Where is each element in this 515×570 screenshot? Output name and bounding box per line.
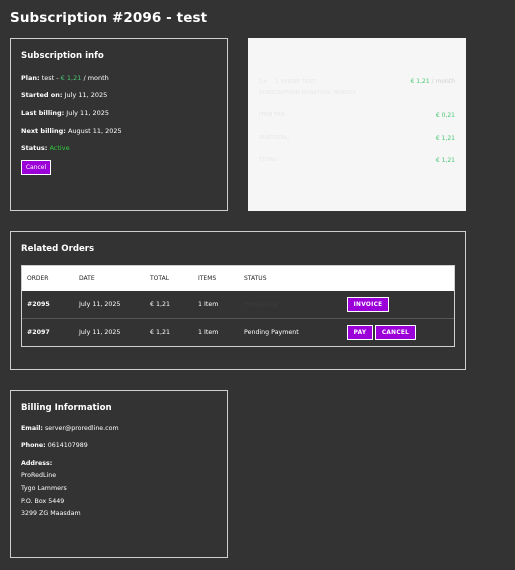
started-value: July 11, 2025 — [64, 91, 108, 99]
plan-label: Plan: — [21, 74, 40, 82]
total-label: TOTAL: — [259, 157, 279, 163]
header-items: ITEMS — [198, 275, 217, 282]
status-badge: Active — [49, 144, 70, 152]
last-billing-value: July 11, 2025 — [66, 109, 109, 117]
header-order: ORDER — [27, 275, 49, 282]
address-line: P.O. Box 5449 — [21, 498, 65, 505]
item-name: 1 VERSIE TEST! — [275, 79, 318, 85]
next-billing-value: August 11, 2025 — [67, 127, 122, 135]
email-line: Email: server@proredline.com — [21, 425, 119, 432]
order-items: 1 Item — [198, 329, 219, 336]
address-line: Tygo Lammers — [21, 485, 67, 492]
subscription-total-card: Subscription total 1× 1 VERSIE TEST! SUB… — [248, 38, 466, 211]
billing-information-card: Billing Information Email: server@prored… — [10, 390, 228, 558]
order-number[interactable]: #2097 — [27, 329, 50, 336]
subtotal-value: € 1,21 — [435, 135, 455, 142]
plan-name: test - — [41, 74, 59, 82]
address-line: 3299 ZG Maasdam — [21, 510, 81, 517]
table-row: #2095 July 11, 2025 € 1,21 1 Item Proces… — [22, 291, 454, 318]
plan-line: Plan: test - € 1,21 / month — [21, 74, 109, 82]
status-label: Status: — [21, 144, 48, 152]
last-billing-label: Last billing: — [21, 109, 65, 117]
subscription-total-title: Subscription total — [259, 51, 346, 61]
order-total: € 1,21 — [150, 329, 171, 336]
orders-table-header: ORDER DATE TOTAL ITEMS STATUS — [22, 266, 454, 291]
phone-label: Phone: — [21, 442, 46, 449]
phone-value: 0614107989 — [47, 442, 88, 449]
next-billing-line: Next billing: August 11, 2025 — [21, 127, 122, 135]
order-date: July 11, 2025 — [79, 329, 121, 336]
last-billing-line: Last billing: July 11, 2025 — [21, 109, 109, 117]
orders-table: ORDER DATE TOTAL ITEMS STATUS #2095 July… — [21, 265, 455, 347]
started-line: Started on: July 11, 2025 — [21, 91, 107, 99]
subscription-info-card: Subscription info Plan: test - € 1,21 / … — [10, 38, 228, 211]
order-date: July 11, 2025 — [79, 301, 121, 308]
address-label: Address: — [21, 460, 53, 467]
subscription-info-title: Subscription info — [21, 51, 104, 61]
related-orders-card: Related Orders ORDER DATE TOTAL ITEMS ST… — [10, 231, 466, 370]
email-label: Email: — [21, 425, 43, 432]
order-number[interactable]: #2095 — [27, 301, 50, 308]
plan-period: / month — [83, 74, 109, 82]
cancel-subscription-button[interactable]: Cancel — [21, 160, 51, 175]
total-value: € 1,21 — [435, 157, 455, 164]
tax-label: ITEM TAX: — [259, 112, 287, 118]
header-date: DATE — [79, 275, 95, 282]
subtotal-label: SUBTOTAL: — [259, 135, 290, 141]
started-label: Started on: — [21, 91, 63, 99]
status-line: Status: Active — [21, 144, 70, 152]
tax-value: € 0,21 — [435, 112, 455, 119]
order-status: Processing — [244, 301, 278, 308]
billing-title: Billing Information — [21, 403, 112, 413]
item-price: € 1,21 — [410, 78, 430, 85]
plan-price: € 1,21 — [60, 74, 82, 82]
order-status: Pending Payment — [244, 329, 299, 336]
next-billing-label: Next billing: — [21, 127, 66, 135]
invoice-button[interactable]: INVOICE — [347, 297, 389, 312]
table-row: #2097 July 11, 2025 € 1,21 1 Item Pendin… — [22, 318, 454, 346]
item-price-line: € 1,21 / month — [411, 78, 455, 85]
item-qty: 1× — [259, 79, 268, 85]
email-value: server@proredline.com — [44, 425, 119, 432]
header-total: TOTAL — [150, 275, 170, 282]
page-title: Subscription #2096 - test — [10, 10, 208, 26]
cancel-order-button[interactable]: CANCEL — [375, 325, 416, 340]
item-subtitle: SUBSCRIPTION DURATION: MONTLY — [259, 90, 356, 96]
header-status: STATUS — [244, 275, 267, 282]
item-period: / month — [431, 78, 455, 85]
pay-button[interactable]: PAY — [347, 325, 373, 340]
phone-line: Phone: 0614107989 — [21, 442, 88, 449]
related-orders-title: Related Orders — [21, 244, 95, 254]
address-line: ProRedLine — [21, 472, 57, 479]
order-total: € 1,21 — [150, 301, 171, 308]
order-items: 1 Item — [198, 301, 219, 308]
